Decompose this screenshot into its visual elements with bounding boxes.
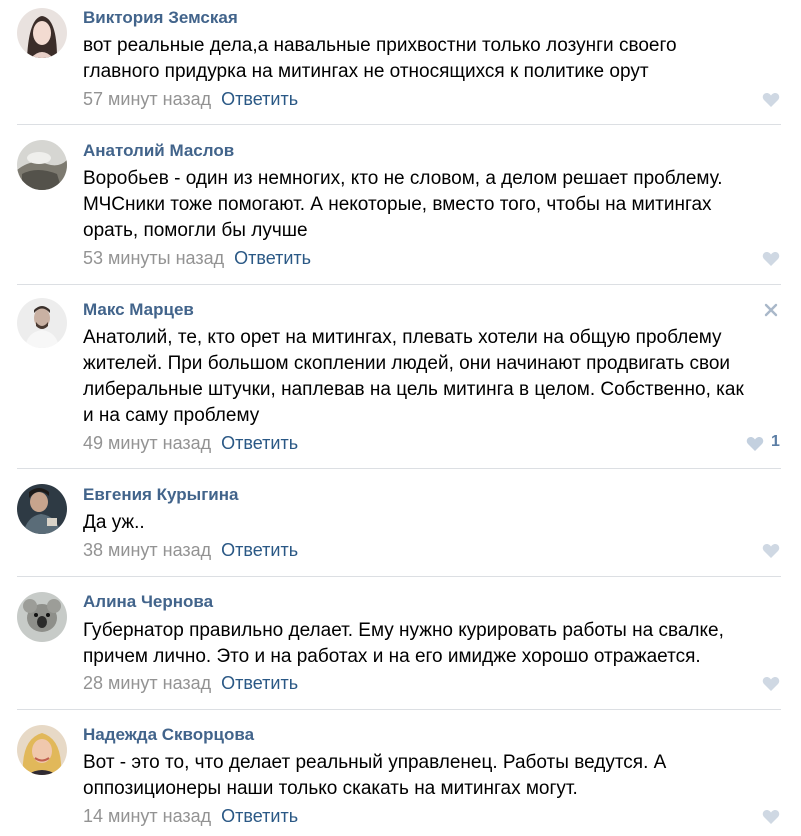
- comment-text-line: МЧСники тоже помогают. А некоторые, вмес…: [83, 194, 712, 215]
- avatar[interactable]: [17, 484, 67, 534]
- heart-icon[interactable]: [762, 92, 780, 108]
- comment-text-line: Вот - это то, что делает реальный управл…: [83, 752, 667, 773]
- comment-author[interactable]: Надежда Скворцова: [83, 725, 254, 745]
- comment-meta: 49 минут назад Ответить: [83, 432, 298, 454]
- like-count[interactable]: 1: [771, 432, 780, 452]
- heart-icon[interactable]: [762, 809, 780, 825]
- comment-meta: 38 минут назад Ответить: [83, 539, 298, 561]
- comment-text-line: Губернатор правильно делает. Ему нужно к…: [83, 620, 724, 641]
- reply-link[interactable]: Ответить: [234, 248, 311, 268]
- comment-author[interactable]: Виктория Земская: [83, 8, 238, 28]
- heart-icon[interactable]: [746, 436, 764, 452]
- divider: [17, 709, 781, 710]
- comment-meta: 57 минут назад Ответить: [83, 88, 298, 110]
- comment-text: вот реальные дела,а навальные прихвостни…: [83, 33, 783, 85]
- comment-text-line: жителей. При большом скоплении людей, он…: [83, 353, 731, 374]
- comment-text-line: Да уж..: [83, 512, 145, 533]
- divider: [17, 468, 781, 469]
- reply-link[interactable]: Ответить: [221, 433, 298, 453]
- comment-text-line: орать, помогли бы лучше: [83, 220, 308, 241]
- comment-time[interactable]: 49 минут назад: [83, 433, 211, 453]
- comment-text-line: оппозиционеры наши только скакать на мит…: [83, 778, 578, 799]
- comment-author[interactable]: Анатолий Маслов: [83, 141, 234, 161]
- comment-time[interactable]: 57 минут назад: [83, 89, 211, 109]
- avatar[interactable]: [17, 298, 67, 348]
- divider: [17, 576, 781, 577]
- close-icon[interactable]: [762, 301, 780, 319]
- heart-icon[interactable]: [762, 676, 780, 692]
- comment-text: Воробьев - один из немногих, кто не слов…: [83, 166, 783, 244]
- comment-text: Губернатор правильно делает. Ему нужно к…: [83, 618, 783, 670]
- heart-icon[interactable]: [762, 543, 780, 559]
- avatar[interactable]: [17, 592, 67, 642]
- comment-meta: 53 минуты назад Ответить: [83, 247, 311, 269]
- comment-author[interactable]: Алина Чернова: [83, 592, 213, 612]
- comment-text-line: и на саму проблему: [83, 405, 260, 426]
- reply-link[interactable]: Ответить: [221, 89, 298, 109]
- divider: [17, 124, 781, 125]
- comment-text: Да уж..: [83, 510, 783, 536]
- comment-text-line: главного придурка на митингах не относящ…: [83, 61, 649, 82]
- comment-time[interactable]: 53 минуты назад: [83, 248, 224, 268]
- comment-text-line: Воробьев - один из немногих, кто не слов…: [83, 168, 723, 189]
- avatar[interactable]: [17, 8, 67, 58]
- comment-text-line: вот реальные дела,а навальные прихвостни…: [83, 35, 677, 56]
- divider: [17, 284, 781, 285]
- reply-link[interactable]: Ответить: [221, 806, 298, 826]
- comment-time[interactable]: 28 минут назад: [83, 673, 211, 693]
- reply-link[interactable]: Ответить: [221, 673, 298, 693]
- comment-meta: 28 минут назад Ответить: [83, 672, 298, 694]
- comment-text-line: либеральные штучки, наплевав на цель мит…: [83, 379, 744, 400]
- heart-icon[interactable]: [762, 251, 780, 267]
- comment-time[interactable]: 38 минут назад: [83, 540, 211, 560]
- comment-text-line: Анатолий, те, кто орет на митингах, плев…: [83, 327, 722, 348]
- comment-author[interactable]: Евгения Курыгина: [83, 485, 238, 505]
- comment-time[interactable]: 14 минут назад: [83, 806, 211, 826]
- avatar[interactable]: [17, 725, 67, 775]
- comment-meta: 14 минут назад Ответить: [83, 805, 298, 827]
- avatar[interactable]: [17, 140, 67, 190]
- reply-link[interactable]: Ответить: [221, 540, 298, 560]
- comment-text: Вот - это то, что делает реальный управл…: [83, 750, 783, 802]
- comment-text-line: причем лично. Это и на работах и на его …: [83, 646, 701, 667]
- comment-author[interactable]: Макс Марцев: [83, 300, 194, 320]
- comment-text: Анатолий, те, кто орет на митингах, плев…: [83, 325, 783, 429]
